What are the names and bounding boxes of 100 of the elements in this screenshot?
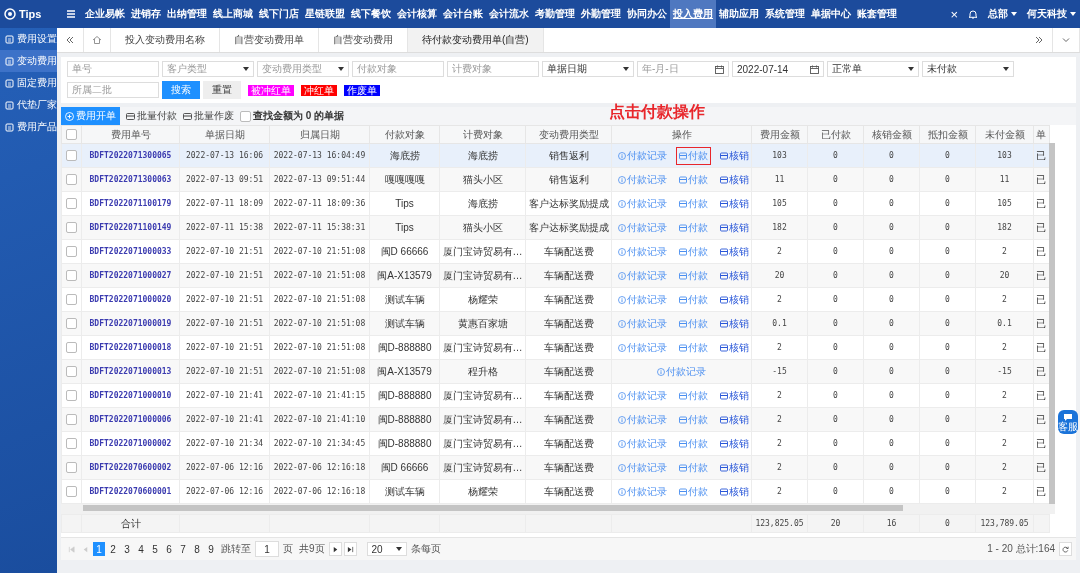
nav-item[interactable]: 投入费用	[670, 0, 716, 28]
page-button[interactable]: 5	[149, 542, 161, 556]
checkbox[interactable]	[66, 150, 77, 162]
company-dropdown[interactable]: 何天科技	[1027, 7, 1076, 21]
checkbox[interactable]	[66, 198, 77, 210]
action-link[interactable]: 付款记录	[615, 338, 670, 357]
table-row[interactable]: BDFT2022071000010 2022-07-10 21:41 2022-07-10 21:41:15 闽D-888880 厦门宝诗贸易有… 车辆配送费 付款记录 付款 核销 2 0 0 0 2 已	[61, 383, 1050, 408]
action-link[interactable]: 核销	[717, 218, 751, 237]
table-row[interactable]: BDFT2022071000018 2022-07-10 21:51 2022-07-10 21:51:08 闽D-888880 厦门宝诗贸易有… 车辆配送费 付款记录 付款 核销 2 0 0 0 2 已	[61, 335, 1050, 360]
action-link[interactable]: 付款记录	[615, 482, 670, 501]
action-link[interactable]: 核销	[717, 386, 751, 405]
action-link[interactable]: 核销	[717, 266, 751, 285]
table-row[interactable]: BDFT2022070600001 2022-07-06 12:16 2022-07-06 12:16:18 测试车辆 杨耀荣 车辆配送费 付款记录 付款 核销 2 0 0 0 2 已	[61, 479, 1050, 504]
checkbox[interactable]	[66, 294, 77, 306]
action-link[interactable]: 付款	[676, 242, 711, 261]
action-link[interactable]: 核销	[717, 410, 751, 429]
table-row[interactable]: BDFT2022070600002 2022-07-06 12:16 2022-07-06 12:16:18 闽D 66666 厦门宝诗贸易有… 车辆配送费 付款记录 付款 核销 2 0 0 0 2 已	[61, 455, 1050, 480]
checkbox[interactable]	[66, 222, 77, 234]
action-link[interactable]: 付款	[676, 386, 711, 405]
nav-item[interactable]: 单据中心	[808, 0, 854, 28]
close-button[interactable]: ×	[950, 6, 958, 22]
action-link[interactable]: 付款记录	[615, 290, 670, 309]
table-row[interactable]: BDFT2022071300063 2022-07-13 09:51 2022-07-13 09:51:44 嘎嘎嘎嘎 猫头小区 销售返利 付款记录 付款 核销 11 0 0 0 11 已	[61, 167, 1050, 192]
last-page-button[interactable]	[343, 542, 357, 556]
checkbox[interactable]	[66, 462, 77, 474]
select-field[interactable]: 单据日期	[542, 61, 634, 77]
page-button[interactable]: 9	[205, 542, 217, 556]
menu-icon[interactable]	[66, 9, 76, 19]
table-row[interactable]: BDFT2022071000027 2022-07-10 21:51 2022-07-10 21:51:08 闽A-X13579 厦门宝诗贸易有… 车辆配送费 付款记录 付款 核销 20 0 0 0 20 已	[61, 263, 1050, 288]
sidebar-item[interactable]: 代垫厂家	[0, 94, 57, 116]
nav-item[interactable]: 会计台账	[440, 0, 486, 28]
action-link[interactable]: 核销	[717, 290, 751, 309]
checkbox[interactable]	[66, 414, 77, 426]
nav-item[interactable]: 外勤管理	[578, 0, 624, 28]
checkbox[interactable]	[66, 270, 77, 282]
table-row[interactable]: BDFT2022071100179 2022-07-11 18:09 2022-07-11 18:09:36 Tips 海底捞 客户达标奖励提成 付款记录 付款 核销 105 0 0 0 105 已	[61, 191, 1050, 216]
action-link[interactable]: 核销	[717, 482, 751, 501]
checkbox[interactable]	[66, 366, 77, 378]
checkbox[interactable]	[66, 438, 77, 450]
vertical-scrollbar[interactable]	[1049, 143, 1055, 504]
select-field[interactable]: 正常单	[827, 61, 919, 77]
checkbox[interactable]	[66, 486, 77, 498]
table-row[interactable]: BDFT2022071000013 2022-07-10 21:51 2022-07-10 21:51:08 闽A-X13579 程升格 车辆配送费 付款记录 -15 0 0 0 -15 已	[61, 359, 1050, 384]
nav-item[interactable]: 系统管理	[762, 0, 808, 28]
nav-item[interactable]: 线上商城	[210, 0, 256, 28]
page-button[interactable]: 8	[191, 542, 203, 556]
action-link[interactable]: 核销	[717, 242, 751, 261]
page-size-select[interactable]: 20	[366, 542, 407, 556]
action-link[interactable]: 核销	[717, 170, 751, 189]
reset-button[interactable]: 重置	[203, 81, 241, 99]
date-field[interactable]: 2022-07-14	[732, 61, 824, 77]
sidebar-item[interactable]: 固定费用	[0, 72, 57, 94]
refresh-button[interactable]	[1059, 542, 1072, 556]
select-field[interactable]: 未付款	[922, 61, 1014, 77]
nav-item[interactable]: 协同办公	[624, 0, 670, 28]
table-row[interactable]: BDFT2022071000020 2022-07-10 21:51 2022-07-10 21:51:08 测试车辆 杨耀荣 车辆配送费 付款记录 付款 核销 2 0 0 0 2 已	[61, 287, 1050, 312]
page-button[interactable]: 4	[135, 542, 147, 556]
action-link[interactable]: 核销	[717, 338, 751, 357]
nav-item[interactable]: 星链联盟	[302, 0, 348, 28]
batch-void-button[interactable]: 批量作废	[183, 109, 234, 123]
nav-item[interactable]: 企业易帐	[82, 0, 128, 28]
chat-badge[interactable]: 客服	[1058, 410, 1078, 434]
table-row[interactable]: BDFT2022071300065 2022-07-13 16:06 2022-07-13 16:04:49 海底捞 海底捞 销售返利 付款记录 付款 核销 103 0 0 0 103 已	[61, 143, 1050, 168]
checkbox[interactable]	[66, 246, 77, 258]
nav-item[interactable]: 辅助应用	[716, 0, 762, 28]
checkbox[interactable]	[66, 174, 77, 186]
checkbox[interactable]	[66, 390, 77, 402]
branch-dropdown[interactable]: 总部	[988, 7, 1017, 21]
page-tab[interactable]: 自营变动费用单	[220, 28, 319, 52]
nav-item[interactable]: 出纳管理	[164, 0, 210, 28]
checkbox[interactable]	[66, 129, 77, 141]
action-link[interactable]: 核销	[717, 194, 751, 213]
table-row[interactable]: BDFT2022071100149 2022-07-11 15:38 2022-07-11 15:38:31 Tips 猫头小区 客户达标奖励提成 付款记录 付款 核销 182 0 0 0 182 已	[61, 215, 1050, 240]
nav-item[interactable]: 会计核算	[394, 0, 440, 28]
action-link[interactable]: 付款	[676, 482, 711, 501]
action-link[interactable]: 付款	[676, 194, 711, 213]
sidebar-item[interactable]: 费用设置	[0, 28, 57, 50]
horizontal-scrollbar[interactable]	[61, 504, 1055, 514]
action-link[interactable]: 付款记录	[615, 242, 670, 261]
action-link[interactable]: 付款记录	[615, 434, 670, 453]
nav-item[interactable]: 会计流水	[486, 0, 532, 28]
page-tab[interactable]: 待付款变动费用单(自营)	[408, 28, 544, 52]
action-link[interactable]: 付款记录	[615, 386, 670, 405]
batch-pay-button[interactable]: 批量付款	[126, 109, 177, 123]
nav-item[interactable]: 线下餐饮	[348, 0, 394, 28]
page-button[interactable]: 3	[121, 542, 133, 556]
nav-item[interactable]: 线下门店	[256, 0, 302, 28]
nav-item[interactable]: 考勤管理	[532, 0, 578, 28]
action-link[interactable]: 付款	[676, 338, 711, 357]
action-link[interactable]: 核销	[717, 314, 751, 333]
checkbox[interactable]	[240, 110, 251, 122]
action-link[interactable]: 付款记录	[615, 194, 670, 213]
table-row[interactable]: BDFT2022071000006 2022-07-10 21:41 2022-07-10 21:41:10 闽D-888880 厦门宝诗贸易有… 车辆配送费 付款记录 付款 核销 2 0 0 0 2 已	[61, 407, 1050, 432]
action-link[interactable]: 核销	[717, 434, 751, 453]
table-row[interactable]: BDFT2022071000002 2022-07-10 21:34 2022-07-10 21:34:45 闽D-888880 厦门宝诗贸易有… 车辆配送费 付款记录 付款 核销 2 0 0 0 2 已	[61, 431, 1050, 456]
action-link[interactable]: 核销	[717, 146, 751, 165]
sidebar-item[interactable]: 费用产品	[0, 116, 57, 138]
checkbox[interactable]	[66, 318, 77, 330]
page-tab[interactable]: 投入变动费用名称	[111, 28, 220, 52]
nav-item[interactable]: 进销存	[128, 0, 164, 28]
